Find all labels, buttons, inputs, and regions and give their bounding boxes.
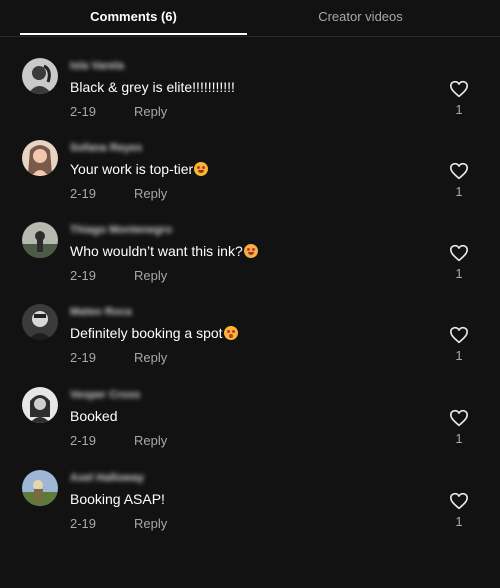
comment-item: Mateo Roca Definitely booking a spot 2-1…: [0, 304, 500, 386]
comment-item: Thiago Montenegro Who wouldn’t want this…: [0, 222, 500, 304]
comment-text: Who wouldn’t want this ink?: [70, 242, 258, 260]
tab-comments[interactable]: Comments (6): [20, 0, 247, 35]
grinning-emoji-icon: [243, 244, 258, 258]
like-count: 1: [455, 514, 463, 529]
comment-date: 2-19: [70, 516, 97, 531]
like-heart-icon[interactable]: [449, 409, 469, 429]
reply-button[interactable]: Reply: [134, 516, 167, 531]
avatar[interactable]: [22, 304, 58, 340]
comment-date: 2-19: [70, 350, 97, 365]
comment-text: Black & grey is elite!!!!!!!!!!!: [70, 78, 235, 96]
active-tab-indicator: [20, 33, 247, 35]
like-count: 1: [455, 184, 463, 199]
username[interactable]: Axel Halloway: [70, 471, 144, 485]
like-heart-icon[interactable]: [449, 244, 469, 264]
like-heart-icon[interactable]: [449, 162, 469, 182]
comment-item: Isla Varela Black & grey is elite!!!!!!!…: [0, 58, 500, 140]
reply-button[interactable]: Reply: [134, 433, 167, 448]
comment-item: Axel Halloway Booking ASAP! 2-19 Reply 1: [0, 470, 500, 552]
like-heart-icon[interactable]: [449, 492, 469, 512]
comment-text-content: Black & grey is elite!!!!!!!!!!!: [70, 79, 235, 95]
avatar[interactable]: [22, 222, 58, 258]
comment-text-content: Who wouldn’t want this ink?: [70, 243, 243, 259]
like-count: 1: [455, 266, 463, 281]
comment-date: 2-19: [70, 104, 97, 119]
username[interactable]: Thiago Montenegro: [70, 223, 172, 237]
reply-button[interactable]: Reply: [134, 268, 167, 283]
comment-item: Sofana Reyes Your work is top-tier 2-19 …: [0, 140, 500, 222]
like-count: 1: [455, 102, 463, 117]
reply-button[interactable]: Reply: [134, 104, 167, 119]
comment-date: 2-19: [70, 268, 97, 283]
tab-bar: Comments (6) Creator videos: [0, 0, 500, 37]
comment-text-content: Booked: [70, 408, 118, 424]
comment-item: Vesper Cross Booked 2-19 Reply 1: [0, 387, 500, 469]
avatar[interactable]: [22, 470, 58, 506]
comment-date: 2-19: [70, 433, 97, 448]
like-count: 1: [455, 431, 463, 446]
comment-text: Your work is top-tier: [70, 160, 209, 178]
comment-text: Booking ASAP!: [70, 490, 165, 508]
comment-text: Definitely booking a spot: [70, 324, 238, 342]
comment-text-content: Your work is top-tier: [70, 161, 194, 177]
kissing-face-emoji-icon: [223, 326, 238, 340]
avatar[interactable]: [22, 140, 58, 176]
reply-button[interactable]: Reply: [134, 186, 167, 201]
like-heart-icon[interactable]: [449, 80, 469, 100]
comment-date: 2-19: [70, 186, 97, 201]
like-heart-icon[interactable]: [449, 326, 469, 346]
username[interactable]: Sofana Reyes: [70, 141, 142, 155]
tab-creator-videos[interactable]: Creator videos: [247, 0, 474, 35]
username[interactable]: Vesper Cross: [70, 388, 140, 402]
avatar[interactable]: [22, 58, 58, 94]
reply-button[interactable]: Reply: [134, 350, 167, 365]
heart-eyes-emoji-icon: [194, 162, 209, 176]
comment-text-content: Definitely booking a spot: [70, 325, 223, 341]
comment-text: Booked: [70, 407, 117, 425]
comment-text-content: Booking ASAP!: [70, 491, 165, 507]
avatar[interactable]: [22, 387, 58, 423]
username[interactable]: Isla Varela: [70, 59, 124, 73]
username[interactable]: Mateo Roca: [70, 305, 132, 319]
like-count: 1: [455, 348, 463, 363]
